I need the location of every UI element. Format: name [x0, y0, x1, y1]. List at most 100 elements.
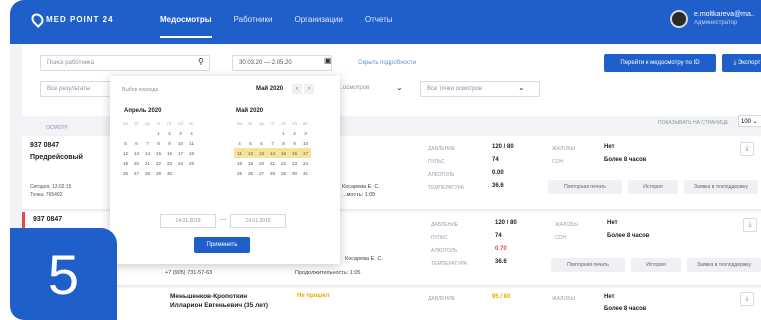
user-menu[interactable]: e.moltkareva@ma.. Администратор	[670, 10, 755, 28]
calendar-day[interactable]: 27	[131, 168, 142, 178]
download-icon[interactable]: ⤓	[743, 218, 757, 232]
calendar-day[interactable]: 18	[234, 158, 245, 168]
results-select[interactable]: Все результаты	[40, 81, 120, 97]
calendar-day[interactable]: 14	[142, 148, 153, 158]
calendar-day[interactable]: 20	[256, 158, 267, 168]
download-icon[interactable]: ⤓	[740, 292, 754, 306]
calendar-day[interactable]: 26	[120, 168, 131, 178]
calendar-day[interactable]: 5	[120, 138, 131, 148]
date-to-input[interactable]: 14.01.2019	[230, 214, 286, 228]
calendar-day[interactable]: 10	[175, 138, 186, 148]
calendar-day[interactable]: 1	[278, 128, 289, 138]
history-button[interactable]: История	[631, 258, 681, 272]
history-button[interactable]: История	[628, 180, 678, 194]
checkup-type-value: ...осмотров	[338, 85, 370, 91]
calendar-day[interactable]: 26	[245, 168, 256, 178]
calendar-day[interactable]: 24	[300, 158, 311, 168]
current-month-label: Май 2020	[256, 86, 284, 92]
calendar-day[interactable]: 1	[153, 128, 164, 138]
calendar-day[interactable]: 11	[186, 138, 197, 148]
weekday-label: чт	[270, 120, 275, 126]
calendar-day[interactable]: 8	[153, 138, 164, 148]
calendar-day[interactable]: 27	[256, 168, 267, 178]
calendar-day[interactable]: 21	[142, 158, 153, 168]
calendar-day[interactable]: 30	[164, 168, 175, 178]
chevron-down-icon[interactable]: ⌄	[518, 83, 525, 92]
calendar-day[interactable]: 16	[289, 148, 300, 158]
calendar-day[interactable]: 17	[300, 148, 311, 158]
calendar-day[interactable]: 22	[153, 158, 164, 168]
calendar-day[interactable]: 2	[164, 128, 175, 138]
calendar-day[interactable]: 7	[267, 138, 278, 148]
calendar-day[interactable]: 29	[153, 168, 164, 178]
calendar-day[interactable]: 14	[267, 148, 278, 158]
calendar-day[interactable]: 15	[153, 148, 164, 158]
calendar-day[interactable]: 25	[234, 168, 245, 178]
export-button[interactable]: ⤓ Экспорт	[722, 54, 761, 72]
logo[interactable]: MED POINT 24	[29, 11, 114, 28]
hide-details-link[interactable]: Скрыть подробности	[358, 60, 416, 66]
calendar-day[interactable]: 6	[256, 138, 267, 148]
nav-item-workers[interactable]: Работники	[234, 15, 273, 38]
calendar-day[interactable]: 30	[289, 168, 300, 178]
calendar-day[interactable]: 28	[142, 168, 153, 178]
sort-label[interactable]: ОСМОТР	[46, 125, 68, 131]
nav-item-organizations[interactable]: Организации	[294, 15, 342, 38]
calendar-day[interactable]: 31	[300, 168, 311, 178]
calendar-day[interactable]: 8	[278, 138, 289, 148]
calendar-day[interactable]: 19	[120, 158, 131, 168]
calendar-day[interactable]: 23	[164, 158, 175, 168]
calendar-day[interactable]: 7	[142, 138, 153, 148]
calendar-day[interactable]: 19	[245, 158, 256, 168]
support-button[interactable]: Заявка в техподдержку	[687, 258, 761, 272]
calendar-day[interactable]: 21	[267, 158, 278, 168]
date-range-input[interactable]: 30.03.20 — 2.05.20	[232, 55, 332, 71]
search-placeholder: Поиск работника	[47, 60, 95, 66]
calendar-day[interactable]: 2	[289, 128, 300, 138]
nav-item-reports[interactable]: Отчеты	[365, 15, 393, 38]
download-icon[interactable]: ⤓	[740, 142, 754, 156]
checkup-card[interactable]: Меньшенков-Кропоткин Илларион Евгеньевич…	[22, 288, 761, 320]
calendar-day[interactable]: 25	[186, 158, 197, 168]
support-button[interactable]: Заявка в техподдержку	[684, 180, 758, 194]
weekday-label: пн	[123, 120, 128, 126]
calendar-day[interactable]: 13	[256, 148, 267, 158]
calendar-day[interactable]: 20	[131, 158, 142, 168]
per-page-select[interactable]: 100 ⌄	[738, 115, 761, 127]
apply-button[interactable]: Применить	[194, 237, 250, 253]
prev-month-icon[interactable]: ‹	[292, 84, 302, 94]
calendar-day[interactable]: 16	[164, 148, 175, 158]
calendar-day[interactable]: 29	[278, 168, 289, 178]
calendar-day[interactable]: 28	[267, 168, 278, 178]
calendar-day[interactable]: 12	[120, 148, 131, 158]
reprint-button[interactable]: Повторная печать	[551, 258, 625, 272]
goto-checkup-button[interactable]: Перейти к медосмотру по ID	[604, 54, 716, 72]
calendar-day[interactable]: 13	[131, 148, 142, 158]
calendar-day[interactable]: 10	[300, 138, 311, 148]
chevron-down-icon[interactable]: ⌄	[396, 83, 403, 92]
calendar-day[interactable]: 6	[131, 138, 142, 148]
search-input[interactable]: Поиск работника	[40, 55, 210, 71]
calendar-day[interactable]: 17	[175, 148, 186, 158]
calendar-day[interactable]: 23	[289, 158, 300, 168]
avatar[interactable]	[670, 10, 688, 28]
calendar-icon[interactable]: ▣	[324, 56, 332, 65]
calendar-day[interactable]: 4	[186, 128, 197, 138]
calendar-day[interactable]: 5	[245, 138, 256, 148]
calendar-day[interactable]: 18	[186, 148, 197, 158]
calendar-day[interactable]: 9	[164, 138, 175, 148]
calendar-day[interactable]: 24	[175, 158, 186, 168]
calendar-day[interactable]: 11	[234, 148, 245, 158]
calendar-day[interactable]: 3	[175, 128, 186, 138]
nav-item-checkups[interactable]: Медосмотры	[160, 15, 212, 38]
date-from-input[interactable]: 14.01.2019	[160, 214, 216, 228]
calendar-day[interactable]: 22	[278, 158, 289, 168]
calendar-day[interactable]: 9	[289, 138, 300, 148]
reprint-button[interactable]: Повторная печать	[548, 180, 622, 194]
calendar-day[interactable]: 12	[245, 148, 256, 158]
search-icon[interactable]: ⚲	[198, 57, 204, 66]
calendar-day[interactable]: 3	[300, 128, 311, 138]
next-month-icon[interactable]: ›	[304, 84, 314, 94]
calendar-day[interactable]: 15	[278, 148, 289, 158]
calendar-day[interactable]: 4	[234, 138, 245, 148]
